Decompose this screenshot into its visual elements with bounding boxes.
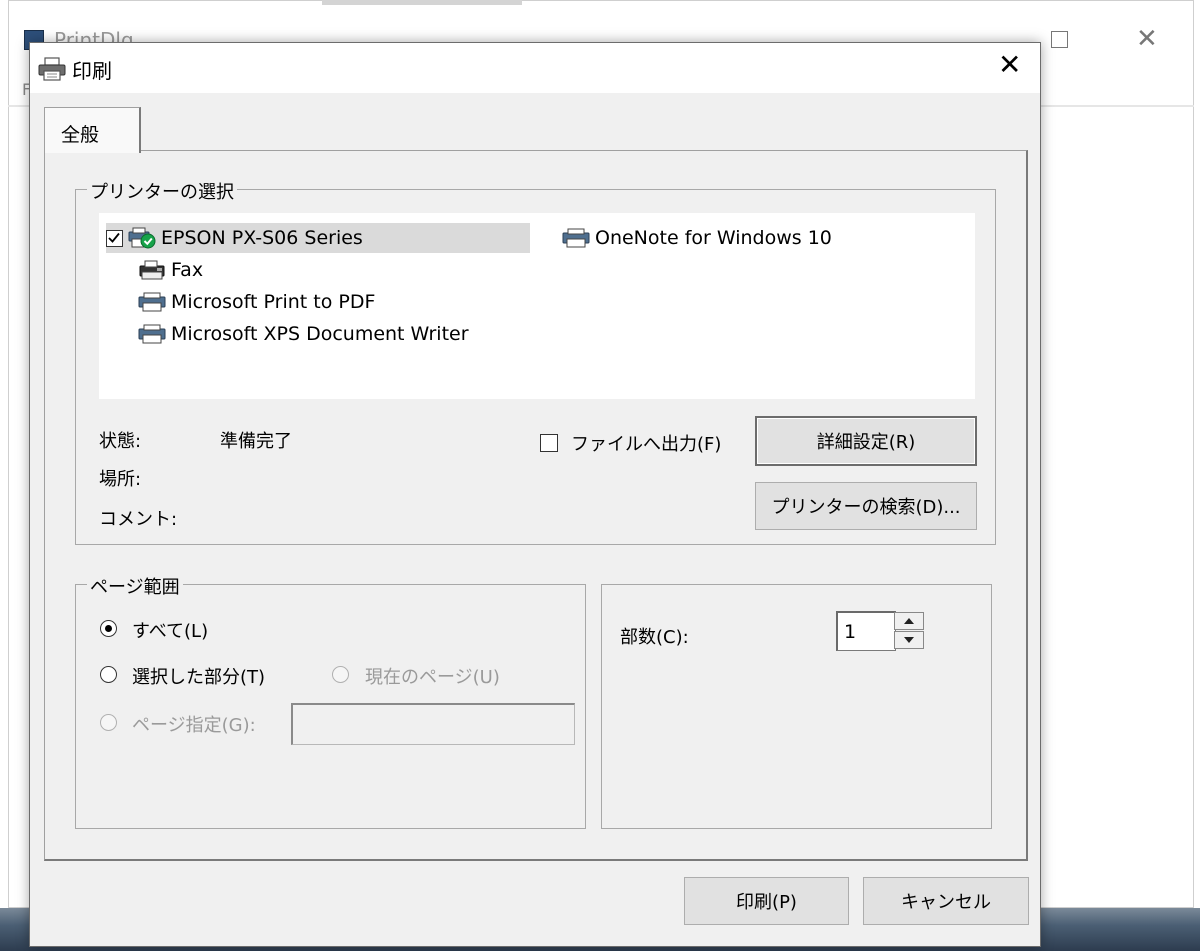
comment-label: コメント:	[99, 509, 178, 530]
cancel-button[interactable]: キャンセル	[863, 877, 1029, 925]
print-button[interactable]: 印刷(P)	[684, 877, 849, 925]
location-label: 場所:	[99, 469, 142, 490]
dialog-titlebar: 印刷 ✕	[30, 43, 1040, 93]
background-maximize-icon[interactable]	[1051, 31, 1068, 48]
background-close-icon[interactable]: ✕	[1136, 26, 1158, 52]
radio-page-numbers[interactable]	[100, 714, 117, 731]
copies-input[interactable]: 1	[836, 611, 896, 651]
status-value: 準備完了	[220, 431, 292, 452]
default-printer-check-icon	[106, 229, 123, 247]
copies-up-button[interactable]	[894, 612, 924, 630]
preferences-button[interactable]: 詳細設定(R)	[755, 416, 977, 466]
printer-default-icon	[128, 227, 156, 249]
spin-down-icon	[904, 637, 914, 643]
page-numbers-label[interactable]: ページ指定(G):	[132, 711, 256, 737]
printer-icon	[38, 57, 66, 81]
print-dialog: 印刷 ✕ 全般 プリンターの選択 EPSON PX-S06 Series Fax…	[29, 42, 1041, 947]
printer-item-epson[interactable]: EPSON PX-S06 Series	[106, 223, 530, 253]
printer-name: Fax	[171, 259, 204, 281]
tab-general[interactable]: 全般	[44, 107, 141, 153]
radio-all-pages[interactable]	[100, 620, 117, 637]
status-label: 状態:	[99, 431, 142, 452]
spin-up-icon	[904, 618, 914, 624]
dialog-title: 印刷	[72, 59, 112, 83]
printer-icon	[562, 228, 590, 248]
printer-name: OneNote for Windows 10	[595, 227, 832, 249]
radio-selection[interactable]	[100, 666, 117, 683]
print-to-file-label[interactable]: ファイルへ出力(F)	[571, 430, 721, 456]
printer-name: EPSON PX-S06 Series	[161, 227, 363, 249]
copies-down-button[interactable]	[894, 631, 924, 649]
background-window-top-strip	[322, 0, 522, 5]
printer-icon	[138, 292, 166, 312]
selection-label[interactable]: 選択した部分(T)	[132, 663, 265, 689]
printer-item-xps-writer[interactable]: Microsoft XPS Document Writer	[137, 319, 469, 349]
page-range-legend: ページ範囲	[87, 573, 183, 599]
copies-group	[601, 584, 992, 829]
printer-name: Microsoft Print to PDF	[171, 291, 376, 313]
printer-list[interactable]: EPSON PX-S06 Series Fax Microsoft Print …	[99, 213, 975, 399]
copies-label: 部数(C):	[620, 627, 689, 648]
radio-selected-dot	[105, 625, 112, 632]
fax-icon	[139, 260, 165, 280]
page-numbers-input[interactable]	[291, 703, 575, 745]
printer-icon	[138, 324, 166, 344]
all-pages-label[interactable]: すべて(L)	[132, 617, 208, 643]
printer-item-onenote[interactable]: OneNote for Windows 10	[561, 223, 832, 253]
current-page-label[interactable]: 現在のページ(U)	[365, 663, 500, 689]
printer-select-legend: プリンターの選択	[87, 178, 237, 204]
printer-name: Microsoft XPS Document Writer	[171, 323, 469, 345]
printer-item-fax[interactable]: Fax	[137, 255, 203, 285]
radio-current-page[interactable]	[332, 666, 349, 683]
printer-item-print-to-pdf[interactable]: Microsoft Print to PDF	[137, 287, 375, 317]
close-icon[interactable]: ✕	[998, 51, 1021, 79]
print-to-file-checkbox[interactable]	[540, 434, 558, 452]
tab-general-label: 全般	[61, 124, 100, 146]
find-printer-button[interactable]: プリンターの検索(D)...	[755, 482, 977, 530]
